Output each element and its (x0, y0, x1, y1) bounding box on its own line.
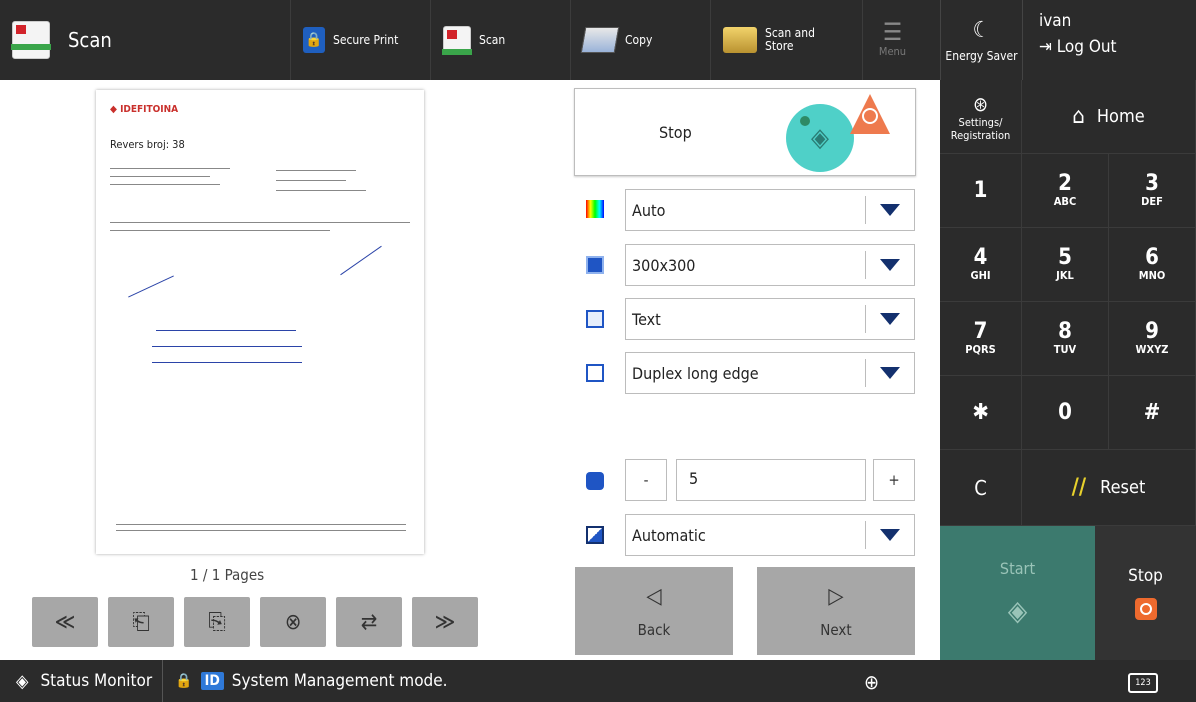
key-0[interactable]: 0 (1022, 376, 1109, 450)
document-heading: Revers broj: 38 (110, 138, 185, 151)
logout-icon: ⇥ (1039, 37, 1052, 57)
stop-button[interactable]: Stop (1095, 526, 1196, 660)
key-2[interactable]: 2 ABC (1022, 154, 1109, 228)
tab-secure-print[interactable]: 🔒 Secure Print (290, 0, 430, 80)
user-bar: ☾ Energy Saver ivan ⇥ Log Out (940, 0, 1196, 80)
color-mode-icon (586, 200, 604, 218)
home-icon: ⌂ (1072, 104, 1085, 129)
scan-icon (442, 26, 472, 55)
energy-saver-button[interactable]: ☾ Energy Saver (940, 0, 1022, 80)
stop-highlight-icon (850, 94, 890, 134)
status-bar: ◈ Status Monitor 🔒 ID System Management … (0, 660, 1196, 702)
stop-icon (1134, 598, 1157, 620)
hamburger-icon: ☰ (882, 17, 903, 46)
clear-button[interactable]: C (940, 450, 1022, 526)
id-badge: ID (200, 672, 224, 690)
duplex-select[interactable]: Duplex long edge (625, 352, 915, 394)
resolution-icon (586, 256, 604, 274)
move-page-icon: ⇄ (360, 609, 378, 635)
key-7[interactable]: 7 PQRS (940, 302, 1022, 376)
preview-toolbar: ≪ ⎗ ⎘ ⊗ ⇄ ≫ (32, 597, 478, 647)
settings-registration-button[interactable]: ⊛ Settings/ Registration (940, 80, 1022, 154)
chevron-down-icon (880, 367, 900, 379)
document-logo: ◆ IDEFITOI​NA (110, 104, 179, 115)
key-6[interactable]: 6 MNO (1109, 228, 1196, 302)
indicator-dot (800, 116, 810, 126)
reset-icon: // (1071, 475, 1087, 500)
key-4[interactable]: 4 GHI (940, 228, 1022, 302)
key-star[interactable]: ✱ (940, 376, 1022, 450)
scan-icon (11, 21, 51, 59)
rotate-left-button[interactable]: ⎗ (108, 597, 174, 647)
size-icon (586, 526, 604, 544)
menu-button[interactable]: ☰ Menu (862, 0, 922, 80)
rotate-right-icon: ⎘ (208, 609, 226, 635)
density-value-field[interactable]: 5 (676, 459, 866, 501)
gear-icon: ⊛ (972, 91, 989, 116)
duplex-icon (586, 364, 604, 382)
key-3[interactable]: 3 DEF (1109, 154, 1196, 228)
tab-scan[interactable]: Scan (430, 0, 570, 80)
rotate-left-icon: ⎗ (132, 609, 150, 635)
key-hash[interactable]: # (1109, 376, 1196, 450)
system-mode-indicator: 🔒 ID System Management mode. (163, 671, 447, 691)
rotate-right-button[interactable]: ⎘ (184, 597, 250, 647)
chevron-down-icon (880, 313, 900, 325)
copy-icon (580, 27, 620, 53)
density-icon (586, 472, 604, 490)
density-minus-button[interactable]: - (625, 459, 667, 501)
size-select[interactable]: Automatic (625, 514, 915, 556)
original-type-icon (586, 310, 604, 328)
home-button[interactable]: ⌂ Home (1022, 80, 1196, 154)
resolution-select[interactable]: 300x300 (625, 244, 915, 286)
moon-icon: ☾ (972, 17, 991, 43)
system-mode-text: System Management mode. (231, 671, 448, 691)
folder-icon (723, 27, 757, 53)
keyboard-button[interactable]: 123 (1128, 673, 1158, 693)
delete-page-button[interactable]: ⊗ (260, 597, 326, 647)
logout-button[interactable]: ⇥ Log Out (1039, 34, 1196, 60)
chevron-down-icon (880, 529, 900, 541)
start-icon: ◈ (1007, 594, 1028, 627)
first-page-button[interactable]: ≪ (32, 597, 98, 647)
current-function: Scan (0, 0, 290, 80)
tab-copy[interactable]: Copy (570, 0, 710, 80)
start-button[interactable]: Start ◈ (940, 526, 1095, 660)
key-1[interactable]: 1 (940, 154, 1022, 228)
move-page-button[interactable]: ⇄ (336, 597, 402, 647)
color-mode-select[interactable]: Auto (625, 189, 915, 231)
lock-icon: 🔒 (303, 27, 325, 53)
scan-preview: ◆ IDEFITOI​NA Revers broj: 38 (96, 90, 424, 554)
chevron-right-icon: ▷ (828, 583, 844, 609)
chevron-down-icon (880, 204, 900, 216)
original-type-select[interactable]: Text (625, 298, 915, 340)
back-button[interactable]: ◁ Back (575, 567, 733, 655)
chevron-down-icon (880, 259, 900, 271)
remote-icon[interactable]: ⊕ (864, 670, 879, 694)
key-8[interactable]: 8 TUV (1022, 302, 1109, 376)
key-5[interactable]: 5 JKL (1022, 228, 1109, 302)
eye-icon: ◈ (16, 670, 29, 692)
lock-icon: 🔒 (175, 673, 193, 689)
start-highlight-icon: ◈ (786, 104, 854, 172)
user-name: ivan (1039, 11, 1072, 31)
chevron-left-icon: ◁ (646, 583, 662, 609)
density-plus-button[interactable]: + (873, 459, 915, 501)
last-page-button[interactable]: ≫ (412, 597, 478, 647)
keypad-panel: ⊛ Settings/ Registration ⌂ Home 1 2 ABC 3… (940, 80, 1196, 660)
cancel-icon: ⊗ (284, 609, 302, 635)
next-button[interactable]: ▷ Next (757, 567, 915, 655)
status-monitor-button[interactable]: ◈ Status Monitor (0, 660, 164, 702)
reset-button[interactable]: // Reset (1022, 450, 1196, 526)
top-function-bar: Scan 🔒 Secure Print Scan Copy Scan and S… (0, 0, 940, 80)
key-9[interactable]: 9 WXYZ (1109, 302, 1196, 376)
tab-scan-and-store[interactable]: Scan and Store (710, 0, 862, 80)
app-title: Scan (68, 28, 112, 52)
page-indicator: 1 / 1 Pages (190, 566, 265, 584)
user-area: ivan ⇥ Log Out (1022, 0, 1196, 80)
